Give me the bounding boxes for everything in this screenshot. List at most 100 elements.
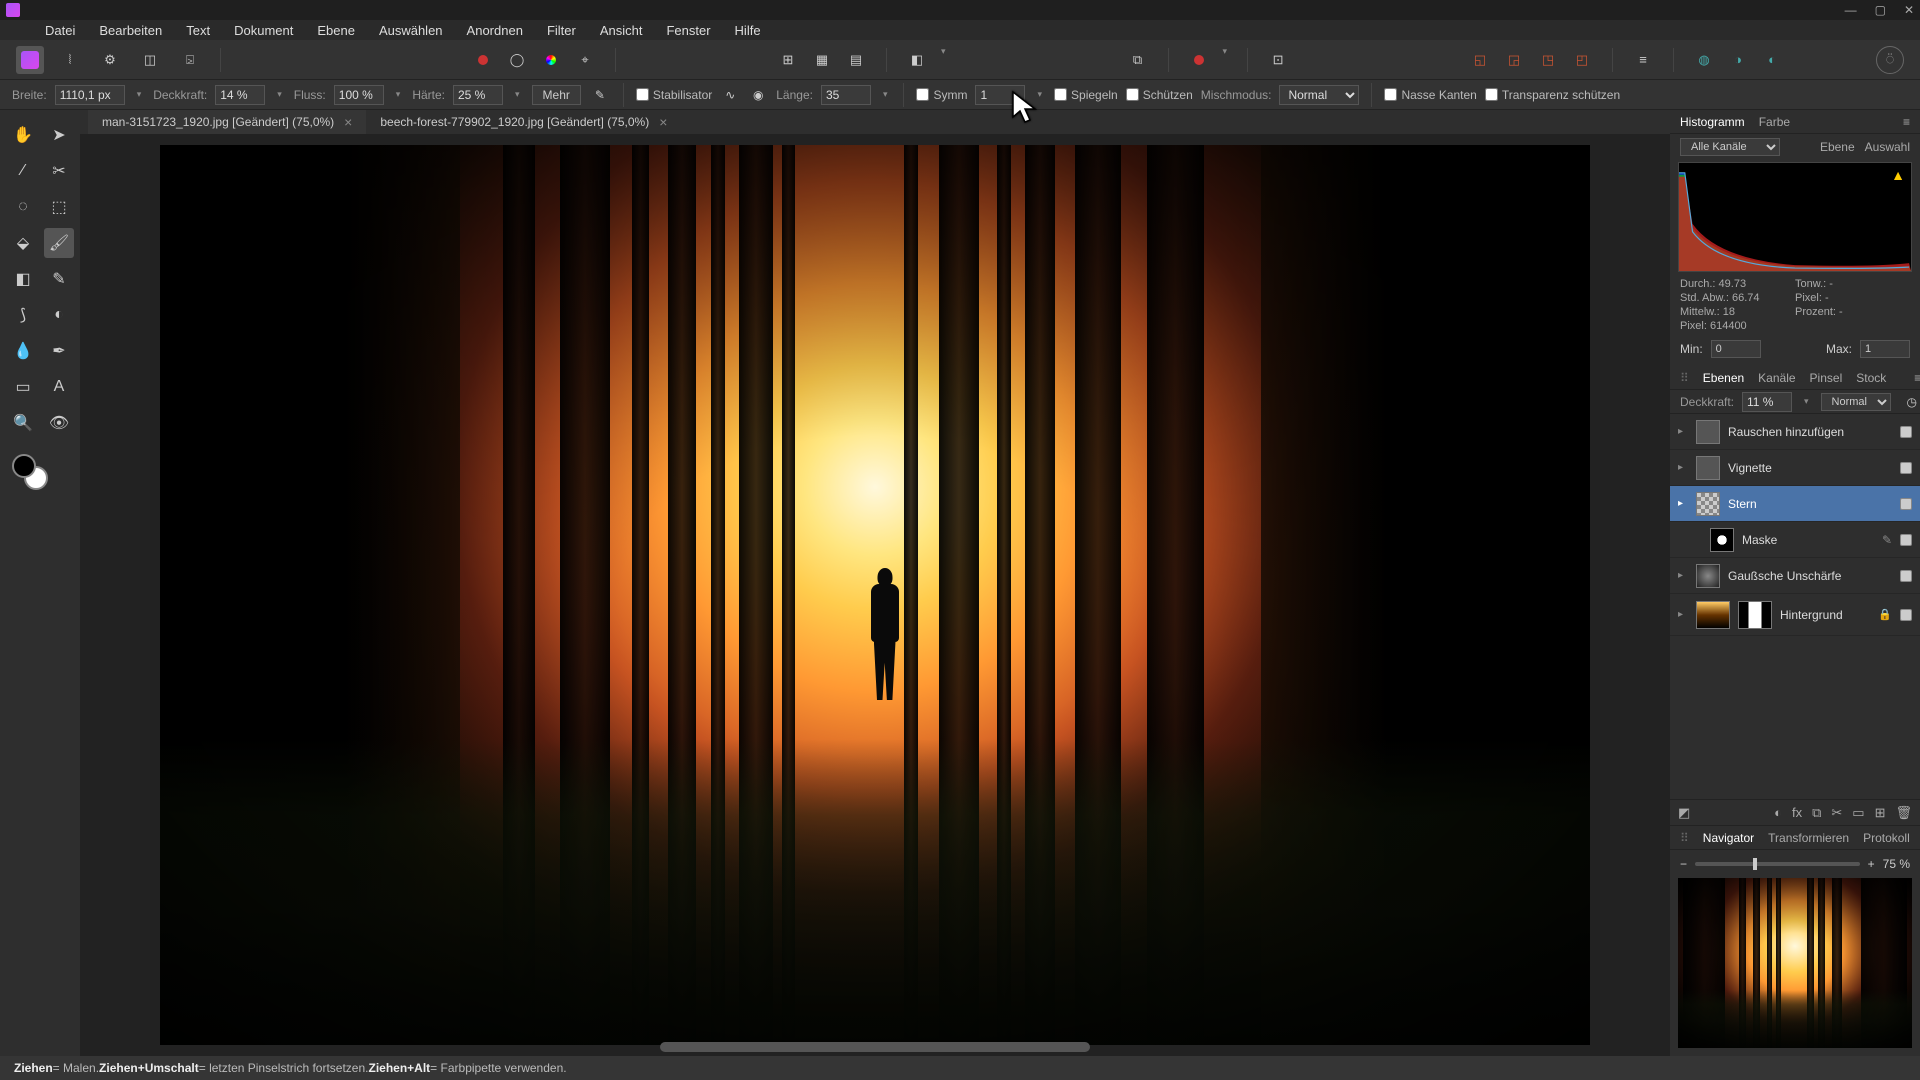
menu-anordnen[interactable]: Anordnen bbox=[467, 23, 523, 38]
mask-layer-button[interactable]: ◩ bbox=[1678, 805, 1690, 821]
selection-square-icon[interactable] bbox=[469, 46, 497, 74]
assist-red-icon[interactable] bbox=[1185, 46, 1213, 74]
boolean-add-button[interactable]: ◍ bbox=[1690, 46, 1718, 74]
picker-icon[interactable]: ⌖ bbox=[571, 46, 599, 74]
photo-persona-button[interactable] bbox=[16, 46, 44, 74]
length-dropdown[interactable]: ▾ bbox=[879, 89, 892, 100]
lock-icon[interactable]: 🔒 bbox=[1878, 608, 1892, 621]
pen-tool[interactable]: ✒ bbox=[44, 336, 74, 366]
maximize-button[interactable]: ▢ bbox=[1875, 3, 1886, 17]
color-picker-tool[interactable]: ⁄ bbox=[8, 156, 38, 186]
clone-tool[interactable]: ⟆ bbox=[8, 300, 38, 330]
history-tab[interactable]: Protokoll bbox=[1863, 831, 1910, 845]
menu-auswählen[interactable]: Auswählen bbox=[379, 23, 443, 38]
horizontal-scrollbar[interactable] bbox=[660, 1042, 1090, 1052]
stock-tab[interactable]: Stock bbox=[1856, 371, 1886, 385]
menu-text[interactable]: Text bbox=[186, 23, 210, 38]
window-stabilizer-icon[interactable]: ◉ bbox=[748, 85, 768, 105]
grid-large-icon[interactable]: ▤ bbox=[842, 46, 870, 74]
transform-tab[interactable]: Transformieren bbox=[1768, 831, 1849, 845]
fx-layer-button[interactable]: fx bbox=[1792, 805, 1802, 821]
width-input[interactable] bbox=[55, 85, 125, 105]
stabilizer-checkbox[interactable]: Stabilisator bbox=[636, 88, 712, 102]
blendmode-select[interactable]: Normal bbox=[1279, 85, 1359, 105]
mirror-checkbox[interactable]: Spiegeln bbox=[1054, 88, 1118, 102]
hist-min-input[interactable] bbox=[1711, 340, 1761, 358]
visibility-toggle[interactable] bbox=[1900, 534, 1912, 546]
color-tab[interactable]: Farbe bbox=[1759, 115, 1790, 129]
document-tab-2[interactable]: beech-forest-779902_1920.jpg [Geändert] … bbox=[366, 110, 681, 134]
menu-fenster[interactable]: Fenster bbox=[666, 23, 710, 38]
layer-row-stern[interactable]: ▸ Stern bbox=[1670, 486, 1920, 522]
channel-select[interactable]: Alle Kanäle bbox=[1680, 138, 1780, 156]
selection-circle-icon[interactable]: ◯ bbox=[503, 46, 531, 74]
layer-row-background[interactable]: ▸ Hintergrund 🔒 bbox=[1670, 594, 1920, 636]
protect-checkbox[interactable]: Schützen bbox=[1126, 88, 1193, 102]
zoom-tool[interactable]: 🔍 bbox=[8, 408, 38, 438]
flow-input[interactable] bbox=[334, 85, 384, 105]
layer-blendmode-select[interactable]: Normal bbox=[1821, 393, 1891, 411]
flood-select-tool[interactable]: ⬙ bbox=[8, 228, 38, 258]
pressure-icon[interactable]: ✎ bbox=[589, 84, 611, 106]
opacity-dropdown[interactable]: ▾ bbox=[273, 89, 286, 100]
layers-tab[interactable]: Ebenen bbox=[1703, 371, 1744, 385]
export-persona-button[interactable]: ⍄ bbox=[176, 46, 204, 74]
hist-layer-toggle[interactable]: Ebene bbox=[1820, 140, 1855, 154]
menu-bearbeiten[interactable]: Bearbeiten bbox=[99, 23, 162, 38]
grid-small-icon[interactable]: ⊞ bbox=[774, 46, 802, 74]
visibility-toggle[interactable] bbox=[1900, 426, 1912, 438]
snapping-button[interactable]: ⧉ bbox=[1124, 46, 1152, 74]
zoom-in-button[interactable]: + bbox=[1868, 857, 1875, 871]
adjustment-layer-button[interactable]: ◐ bbox=[1774, 805, 1782, 821]
brushes-tab[interactable]: Pinsel bbox=[1810, 371, 1843, 385]
add-layer-button[interactable]: ⊞ bbox=[1875, 805, 1886, 821]
close-tab-2-button[interactable]: × bbox=[659, 114, 667, 130]
quicklook-dropdown[interactable]: ▾ bbox=[937, 46, 950, 74]
view-tool[interactable]: 👁 bbox=[44, 408, 74, 438]
camera-icon[interactable]: ⊡ bbox=[1264, 46, 1292, 74]
menu-ebene[interactable]: Ebene bbox=[317, 23, 355, 38]
erase-tool[interactable]: ◧ bbox=[8, 264, 38, 294]
align-button[interactable]: ≡ bbox=[1629, 46, 1657, 74]
symmetry-checkbox[interactable]: Symm bbox=[916, 88, 967, 102]
text-tool[interactable]: A bbox=[44, 372, 74, 402]
layer-fx-icon[interactable]: ◷ bbox=[1907, 395, 1917, 409]
width-dropdown[interactable]: ▾ bbox=[133, 89, 146, 100]
layer-row-noise[interactable]: ▸ Rauschen hinzufügen bbox=[1670, 414, 1920, 450]
histogram-tab[interactable]: Histogramm bbox=[1680, 115, 1745, 129]
color-wheel-icon[interactable] bbox=[537, 46, 565, 74]
channels-tab[interactable]: Kanäle bbox=[1758, 371, 1795, 385]
navigator-tab[interactable]: Navigator bbox=[1703, 831, 1754, 845]
nav-drag-handle[interactable]: ⠿ bbox=[1680, 831, 1689, 845]
opacity-input[interactable] bbox=[215, 85, 265, 105]
visibility-toggle[interactable] bbox=[1900, 462, 1912, 474]
marquee-tool[interactable]: ⬚ bbox=[44, 192, 74, 222]
zoom-out-button[interactable]: − bbox=[1680, 857, 1687, 871]
more-button[interactable]: Mehr bbox=[532, 85, 581, 105]
layer-row-gaussian[interactable]: ▸ Gaußsche Unschärfe bbox=[1670, 558, 1920, 594]
menu-filter[interactable]: Filter bbox=[547, 23, 576, 38]
assist-dropdown[interactable]: ▾ bbox=[1219, 46, 1232, 74]
close-window-button[interactable]: ✕ bbox=[1904, 3, 1914, 17]
arrange-back-button[interactable]: ◱ bbox=[1466, 46, 1494, 74]
document-tab-1[interactable]: man-3151723_1920.jpg [Geändert] (75,0%) … bbox=[88, 110, 366, 134]
dodge-tool[interactable]: ◐ bbox=[44, 300, 74, 330]
layer-opacity-input[interactable] bbox=[1742, 392, 1792, 412]
color-wells[interactable] bbox=[12, 454, 48, 490]
menu-hilfe[interactable]: Hilfe bbox=[735, 23, 761, 38]
hist-max-input[interactable] bbox=[1860, 340, 1910, 358]
hand-tool[interactable]: ✋ bbox=[8, 120, 38, 150]
group-layer-button[interactable]: ▭ bbox=[1852, 805, 1864, 821]
liquify-persona-button[interactable]: ⦚ bbox=[56, 46, 84, 74]
hardness-dropdown[interactable]: ▾ bbox=[511, 89, 524, 100]
hist-selection-toggle[interactable]: Auswahl bbox=[1865, 140, 1910, 154]
layer-row-mask[interactable]: Maske ✎ bbox=[1670, 522, 1920, 558]
minimize-button[interactable]: — bbox=[1845, 3, 1857, 17]
menu-datei[interactable]: Datei bbox=[45, 23, 75, 38]
selection-brush-tool[interactable]: ◌ bbox=[8, 192, 38, 222]
grid-medium-icon[interactable]: ▦ bbox=[808, 46, 836, 74]
quicklook-button[interactable]: ◧ bbox=[903, 46, 931, 74]
develop-persona-button[interactable]: ⚙ bbox=[96, 46, 124, 74]
paint-brush-tool[interactable]: 🖌 bbox=[44, 228, 74, 258]
crop-layer-button[interactable]: ✂ bbox=[1831, 805, 1842, 821]
